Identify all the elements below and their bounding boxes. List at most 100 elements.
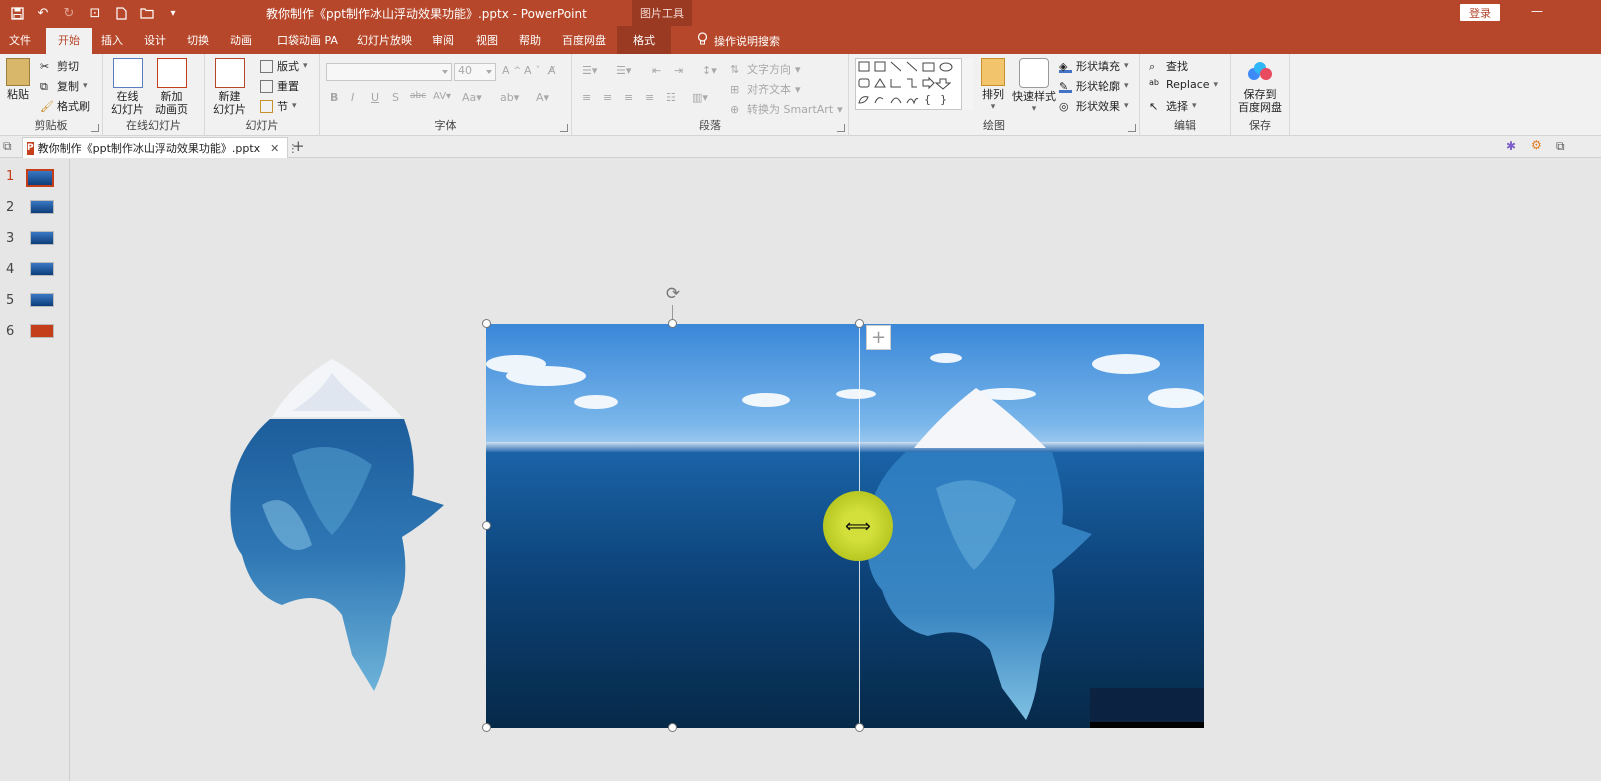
cursor-arrow-icon: ↖ [1149, 99, 1159, 113]
font-color-icon[interactable]: A▾ [536, 91, 549, 104]
tab-help[interactable]: 帮助 [519, 32, 541, 48]
slide-thumbnail-3[interactable]: 3 [6, 231, 54, 246]
align-text-button[interactable]: ⊞ 对齐文本 ▾ [730, 81, 801, 97]
resize-handle-bottom[interactable] [668, 723, 677, 732]
drawing-launcher-icon[interactable] [1128, 124, 1136, 132]
iceberg-cutout-image[interactable] [222, 355, 447, 691]
rotate-handle-icon[interactable]: ⟳ [662, 284, 684, 306]
customize-qat-icon[interactable]: ▾ [162, 3, 184, 23]
increase-indent-icon[interactable]: ⇥ [674, 64, 683, 77]
text-direction-button[interactable]: ⇅ 文字方向 ▾ [730, 61, 801, 77]
undo-icon[interactable]: ↶ [32, 3, 54, 23]
tab-view[interactable]: 视图 [476, 32, 498, 48]
bullets-icon[interactable]: ☰▾ [582, 64, 597, 77]
save-icon[interactable] [6, 3, 28, 23]
tab-design[interactable]: 设计 [144, 32, 166, 48]
reset-button[interactable]: 重置 [260, 78, 299, 94]
change-case-icon[interactable]: Aa▾ [462, 91, 482, 104]
slide-thumbnail-5[interactable]: 5 [6, 293, 54, 308]
close-icon[interactable]: ✕ [270, 142, 279, 155]
numbering-icon[interactable]: ☰▾ [616, 64, 631, 77]
strikethrough-icon[interactable]: abc [410, 91, 426, 101]
new-tab-plus-icon[interactable]: + [292, 137, 305, 155]
copy-button[interactable]: ⧉ 复制 ▾ [40, 78, 88, 94]
minimize-button[interactable]: — [1525, 4, 1549, 18]
highlight-icon[interactable]: ab▾ [500, 91, 519, 104]
shape-outline-button[interactable]: ✎ 形状轮廓 ▾ [1059, 78, 1129, 94]
resize-handle-top-left[interactable] [482, 319, 491, 328]
smartart-button[interactable]: ⊕ 转换为 SmartArt ▾ [730, 101, 843, 117]
font-size-combo[interactable]: 40 [454, 63, 496, 81]
text-shadow-icon[interactable]: S [392, 91, 399, 104]
italic-icon[interactable]: I [351, 91, 354, 104]
online-slides-button[interactable]: 在线 幻灯片 [111, 58, 144, 116]
font-launcher-icon[interactable] [560, 124, 568, 132]
ribbon-display-options-icon[interactable]: ⧉ [1484, 4, 1508, 19]
slide-thumbnail-2[interactable]: 2 [6, 200, 54, 215]
character-spacing-icon[interactable]: AV▾ [433, 91, 451, 102]
arrange-button[interactable]: 排列 ▾ [981, 58, 1005, 114]
document-tab[interactable]: P 教你制作《ppt制作冰山浮动效果功能》.pptx ✕ ⋮ [22, 137, 298, 158]
tab-transitions[interactable]: 切换 [187, 32, 209, 48]
resize-handle-top[interactable] [668, 319, 677, 328]
tab-home[interactable]: 开始 [46, 28, 92, 54]
shape-effects-button[interactable]: ◎ 形状效果 ▾ [1059, 98, 1129, 114]
restore-icon[interactable]: ⧉ [1556, 139, 1565, 154]
align-right-icon[interactable]: ≡ [624, 91, 633, 104]
layout-button[interactable]: 版式 ▾ [260, 58, 308, 74]
shapes-scroll[interactable] [961, 58, 973, 110]
tab-pocket-animation[interactable]: 口袋动画 PA [277, 32, 338, 48]
distribute-icon[interactable]: ☷ [666, 91, 676, 104]
clipboard-launcher-icon[interactable] [91, 124, 99, 132]
align-center-icon[interactable]: ≡ [603, 91, 612, 104]
quick-styles-button[interactable]: 快速样式 ▾ [1012, 58, 1056, 116]
slide-thumbnail-6[interactable]: 6 [6, 324, 54, 339]
shapes-gallery[interactable]: {} [855, 58, 973, 110]
clear-formatting-icon[interactable]: A̸ [548, 64, 556, 77]
tab-baidu-netdisk[interactable]: 百度网盘 [562, 32, 606, 48]
tab-review[interactable]: 审阅 [432, 32, 454, 48]
paragraph-launcher-icon[interactable] [837, 124, 845, 132]
increase-font-icon[interactable]: A ^ [502, 64, 521, 77]
resize-handle-bottom-right[interactable] [855, 723, 864, 732]
select-button[interactable]: ↖ 选择 ▾ [1149, 98, 1197, 114]
font-name-combo[interactable] [326, 63, 452, 81]
redo-icon[interactable]: ↻ [58, 3, 80, 23]
replace-button[interactable]: ab Replace ▾ [1149, 78, 1218, 91]
tab-list-icon[interactable]: ⧉ [3, 139, 12, 154]
open-folder-icon[interactable] [136, 3, 158, 23]
decrease-indent-icon[interactable]: ⇤ [652, 64, 661, 77]
new-file-icon[interactable] [110, 3, 132, 23]
save-to-baidu-button[interactable]: 保存到 百度网盘 [1238, 58, 1282, 114]
line-spacing-icon[interactable]: ↕▾ [702, 64, 717, 77]
resize-handle-top-right[interactable] [855, 319, 864, 328]
align-left-icon[interactable]: ≡ [582, 91, 591, 104]
tab-animations[interactable]: 动画 [230, 32, 252, 48]
bold-icon[interactable]: B [330, 91, 338, 104]
find-button[interactable]: ⌕ 查找 [1149, 58, 1188, 74]
underline-icon[interactable]: U [371, 91, 379, 104]
present-from-start-icon[interactable]: ⊡ [84, 3, 106, 23]
settings-icon[interactable]: ⚙ [1531, 138, 1542, 152]
tab-format[interactable]: 格式 [617, 26, 671, 54]
columns-icon[interactable]: ▥▾ [692, 91, 708, 104]
justify-icon[interactable]: ≡ [645, 91, 654, 104]
shape-fill-button[interactable]: ◈ 形状填充 ▾ [1059, 58, 1129, 74]
tab-insert[interactable]: 插入 [101, 32, 123, 48]
tab-slideshow[interactable]: 幻灯片放映 [357, 32, 412, 48]
cut-button[interactable]: ✂ 剪切 [40, 58, 79, 74]
decrease-font-icon[interactable]: Aˇ [524, 64, 540, 77]
new-animation-page-button[interactable]: 新加 动画页 [155, 58, 188, 116]
slide-thumbnail-1[interactable]: 1 [6, 169, 54, 187]
bug-icon[interactable]: ✱ [1506, 139, 1516, 153]
layout-options-plus-icon[interactable]: + [866, 325, 891, 350]
paste-button[interactable]: 粘贴 [6, 58, 30, 101]
section-button[interactable]: 节 ▾ [260, 98, 297, 114]
new-slide-button[interactable]: 新建 幻灯片 [213, 58, 246, 116]
slide-thumbnail-4[interactable]: 4 [6, 262, 54, 277]
format-painter-button[interactable]: 🖌 格式刷 [40, 98, 90, 114]
resize-handle-bottom-left[interactable] [482, 723, 491, 732]
resize-handle-left[interactable] [482, 521, 491, 530]
tell-me-search[interactable]: 操作说明搜索 [697, 32, 780, 49]
tab-file[interactable]: 文件 [9, 32, 31, 48]
